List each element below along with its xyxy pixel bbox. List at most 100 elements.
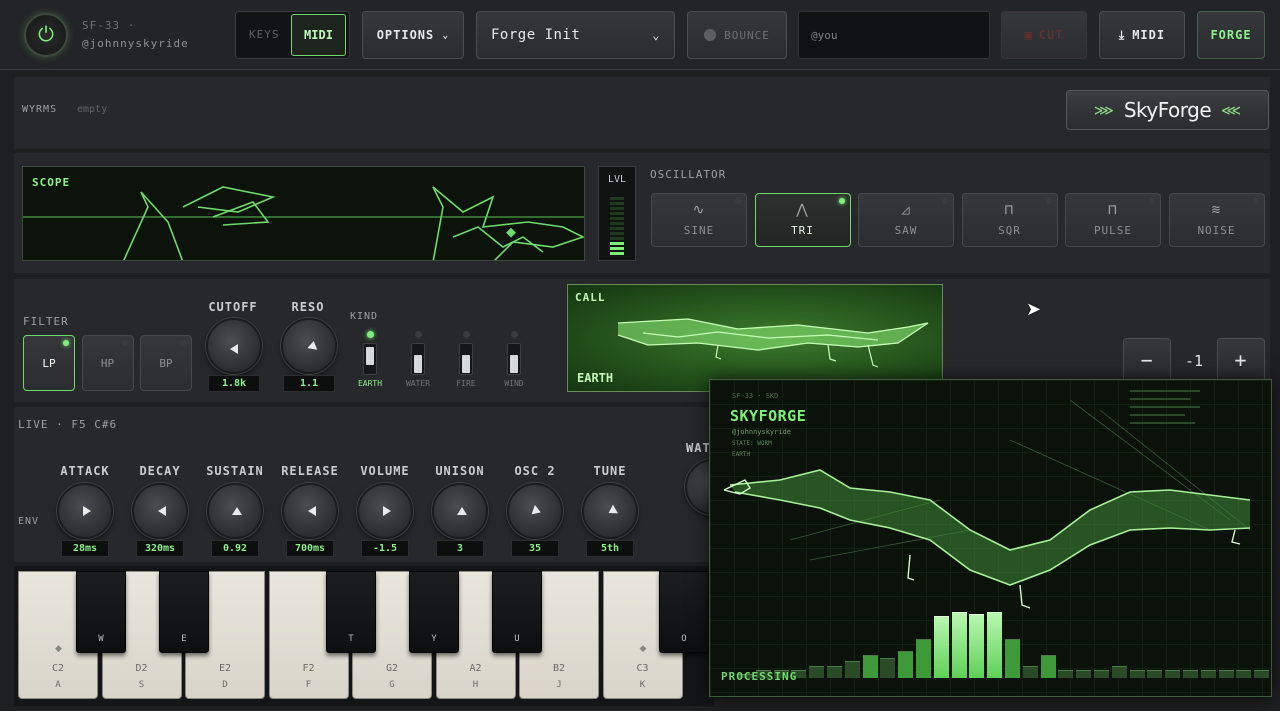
black-key-o[interactable]: O: [659, 571, 709, 653]
tune-knob[interactable]: [582, 483, 638, 539]
power-button[interactable]: ⏻: [24, 13, 68, 57]
kind-label-fire: FIRE: [456, 379, 476, 388]
eq-bar: [1129, 670, 1145, 678]
key-shortcut: K: [639, 680, 646, 690]
unison-knob[interactable]: [432, 483, 488, 539]
volume-label: VOLUME: [360, 464, 410, 478]
overlay-header-small: SF-33 · SKD: [732, 392, 779, 400]
knob-indicator: [531, 504, 543, 518]
level-segment: [610, 217, 624, 220]
sine-wave-icon: ∿: [692, 202, 706, 218]
eq-bar: [1040, 655, 1056, 678]
diamond-icon: ◆: [55, 643, 62, 653]
bounce-button[interactable]: BOUNCE: [687, 11, 787, 59]
black-key-y[interactable]: Y: [409, 571, 459, 653]
level-segment: [610, 252, 624, 255]
stepper-plus-button[interactable]: +: [1217, 338, 1265, 382]
key-shortcut: S: [138, 680, 145, 690]
filter-mode-bp[interactable]: BP: [140, 335, 192, 391]
power-icon: ⏻: [38, 24, 54, 46]
eq-bar: [951, 612, 967, 678]
user-input[interactable]: @you: [798, 11, 990, 59]
dragon-wing-icon: ⋘: [1221, 101, 1242, 118]
wyrms-label: WYRMS: [22, 104, 58, 115]
osc-2-value: 35: [511, 540, 559, 557]
keys-toggle[interactable]: KEYS: [249, 28, 280, 41]
options-button[interactable]: OPTIONS ⌄: [362, 11, 464, 59]
knob-indicator: [158, 506, 166, 516]
knob-indicator: [230, 344, 238, 354]
overlay-readout-panel: [1130, 388, 1240, 438]
overlay-title: SKYFORGE: [730, 407, 807, 425]
osc-wave-tri[interactable]: ⋀ TRI: [754, 193, 851, 247]
midi-toggle[interactable]: MIDI: [291, 14, 346, 56]
cutoff-value: 1.8k: [208, 375, 260, 392]
key-shortcut: A: [55, 680, 61, 690]
osc-led: [1252, 198, 1259, 204]
filter-led: [180, 340, 186, 346]
volume-value: -1.5: [361, 540, 409, 557]
sqr-wave-icon: ⊓: [1004, 202, 1015, 218]
eq-bar: [933, 616, 949, 678]
osc-led: [735, 198, 741, 204]
call-dragon: [617, 318, 929, 368]
black-key-w[interactable]: W: [76, 571, 126, 653]
sustain-value: 0.92: [211, 540, 259, 557]
processing-overlay: SF-33 · SKD SKYFORGE @johnnyskyride STAT…: [709, 379, 1272, 697]
call-label: CALL: [575, 291, 606, 304]
reso-knob[interactable]: [281, 318, 337, 374]
header-username: @johnnyskyride: [82, 37, 189, 50]
osc-wave-noise[interactable]: ≋ NOISE: [1168, 193, 1265, 247]
black-key-u[interactable]: U: [492, 571, 542, 653]
eq-bar: [809, 666, 825, 678]
stepper-minus-button[interactable]: −: [1123, 338, 1171, 382]
filter-mode-hp[interactable]: HP: [81, 335, 134, 391]
kind-toggle-water[interactable]: [411, 343, 425, 375]
osc-wave-sine[interactable]: ∿ SINE: [651, 193, 747, 247]
key-note: A2: [469, 663, 482, 674]
filter-mode-lp[interactable]: LP: [23, 335, 75, 391]
cut-button[interactable]: ▣ CUT: [1001, 11, 1087, 59]
tri-wave-icon: ⋀: [796, 202, 809, 218]
release-value: 700ms: [286, 540, 334, 557]
attack-knob[interactable]: [57, 483, 113, 539]
eq-bar: [1005, 639, 1020, 678]
eq-bar: [1147, 670, 1163, 678]
key-shortcut: W: [98, 634, 104, 644]
kind-led: [415, 331, 422, 338]
key-shortcut: G: [389, 680, 395, 690]
osc-led: [1149, 198, 1155, 204]
release-knob[interactable]: [282, 483, 338, 539]
eq-bar: [827, 666, 842, 678]
diamond-icon: ◆: [639, 643, 647, 653]
midi-download-button[interactable]: ⤓ MIDI: [1099, 11, 1185, 59]
key-shortcut: E: [181, 634, 187, 644]
osc-led: [838, 198, 845, 204]
cutoff-label: CUTOFF: [208, 300, 258, 314]
osc-wave-label: PULSE: [1093, 224, 1133, 237]
kind-toggle-fire[interactable]: [459, 343, 473, 375]
osc-led: [1045, 198, 1052, 204]
release-label: RELEASE: [281, 464, 339, 478]
decay-knob[interactable]: [132, 483, 188, 539]
knob-indicator: [308, 506, 316, 516]
kind-label: KIND: [350, 311, 379, 322]
osc-wave-pulse[interactable]: ⊓ PULSE: [1065, 193, 1161, 247]
key-note: G2: [385, 663, 399, 674]
forge-button[interactable]: FORGE: [1197, 11, 1265, 59]
sustain-knob[interactable]: [207, 483, 263, 539]
osc-2-knob[interactable]: [507, 483, 563, 539]
knob-indicator: [606, 504, 618, 518]
osc-wave-sqr[interactable]: ⊓ SQR: [961, 193, 1058, 247]
scope-display: SCOPE: [22, 166, 585, 261]
eq-bar: [898, 651, 914, 678]
preset-dropdown[interactable]: Forge Init ⌄: [476, 11, 675, 59]
black-key-e[interactable]: E: [159, 571, 209, 653]
osc-wave-saw[interactable]: ◿ SAW: [858, 193, 954, 247]
kind-toggle-earth[interactable]: [363, 343, 377, 375]
options-label: OPTIONS: [376, 28, 435, 42]
volume-knob[interactable]: [357, 483, 413, 539]
kind-toggle-wind[interactable]: [507, 343, 521, 375]
black-key-t[interactable]: T: [326, 571, 376, 653]
cutoff-knob[interactable]: [206, 318, 262, 374]
